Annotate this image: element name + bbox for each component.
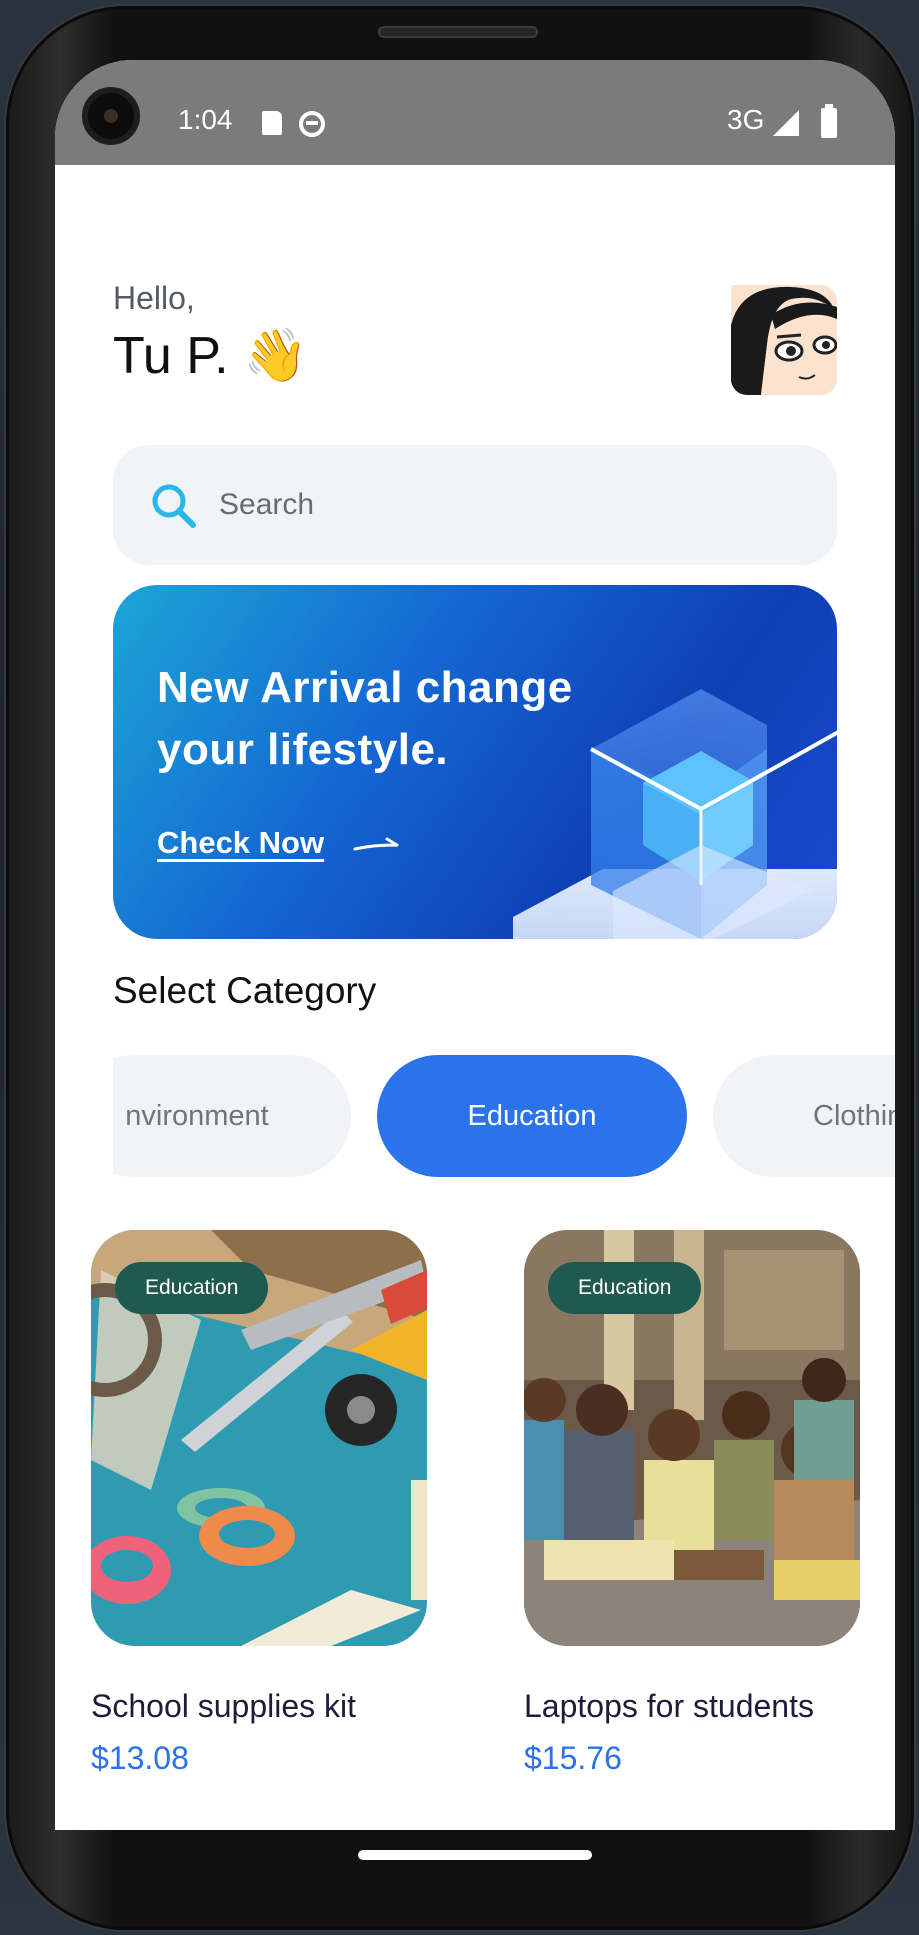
product-price: $13.08 <box>91 1740 189 1776</box>
promo-banner[interactable]: New Arrival change your lifestyle. Check… <box>113 585 837 939</box>
status-time: 1:04 <box>178 104 233 135</box>
product-badge: Education <box>115 1262 269 1314</box>
speaker-grille <box>378 26 538 38</box>
signal-icon <box>773 110 799 136</box>
product-price: $15.76 <box>524 1740 622 1776</box>
product-badge: Education <box>548 1262 702 1314</box>
search-input[interactable] <box>219 481 779 529</box>
product-image-laptops[interactable]: Education <box>524 1230 860 1646</box>
search-bar[interactable] <box>113 445 837 565</box>
category-chip-clothing[interactable]: Clothin <box>713 1055 895 1177</box>
search-icon <box>152 484 196 528</box>
robot-icon <box>299 111 325 137</box>
product-image-school-supplies[interactable]: Education <box>91 1230 427 1646</box>
product-card[interactable]: Education Laptops for students $15.76 <box>524 1230 860 1776</box>
user-name: Tu P. 👋 <box>113 327 308 385</box>
category-section-title: Select Category <box>113 970 377 1011</box>
system-nav-bar <box>55 1830 895 1900</box>
home-gesture-handle[interactable] <box>358 1850 592 1860</box>
category-chip-environment[interactable]: nvironment <box>113 1055 351 1177</box>
check-now-link[interactable]: Check Now <box>157 825 324 861</box>
avatar-illustration <box>731 285 837 395</box>
avatar[interactable] <box>731 285 837 395</box>
status-bar: 1:04 3G <box>55 60 895 165</box>
arrow-right-icon[interactable] <box>353 837 399 857</box>
front-camera <box>82 87 140 145</box>
sd-card-icon <box>262 111 282 135</box>
cube-illustration <box>513 689 837 939</box>
battery-icon <box>821 104 837 138</box>
home-content: Hello, Tu P. 👋 New <box>55 165 895 1830</box>
product-card[interactable]: Education School supplies kit $13.08 <box>91 1230 427 1776</box>
product-title[interactable]: Laptops for students <box>524 1688 814 1725</box>
greeting-text: Hello, <box>113 280 195 316</box>
app-screen: 1:04 3G Hello, Tu P. 👋 Search New Arriva… <box>55 60 895 1830</box>
network-type: 3G <box>727 104 765 135</box>
product-title[interactable]: School supplies kit <box>91 1688 356 1725</box>
category-chips: nvironment Education Clothin <box>113 1055 895 1179</box>
category-chip-education[interactable]: Education <box>377 1055 687 1177</box>
